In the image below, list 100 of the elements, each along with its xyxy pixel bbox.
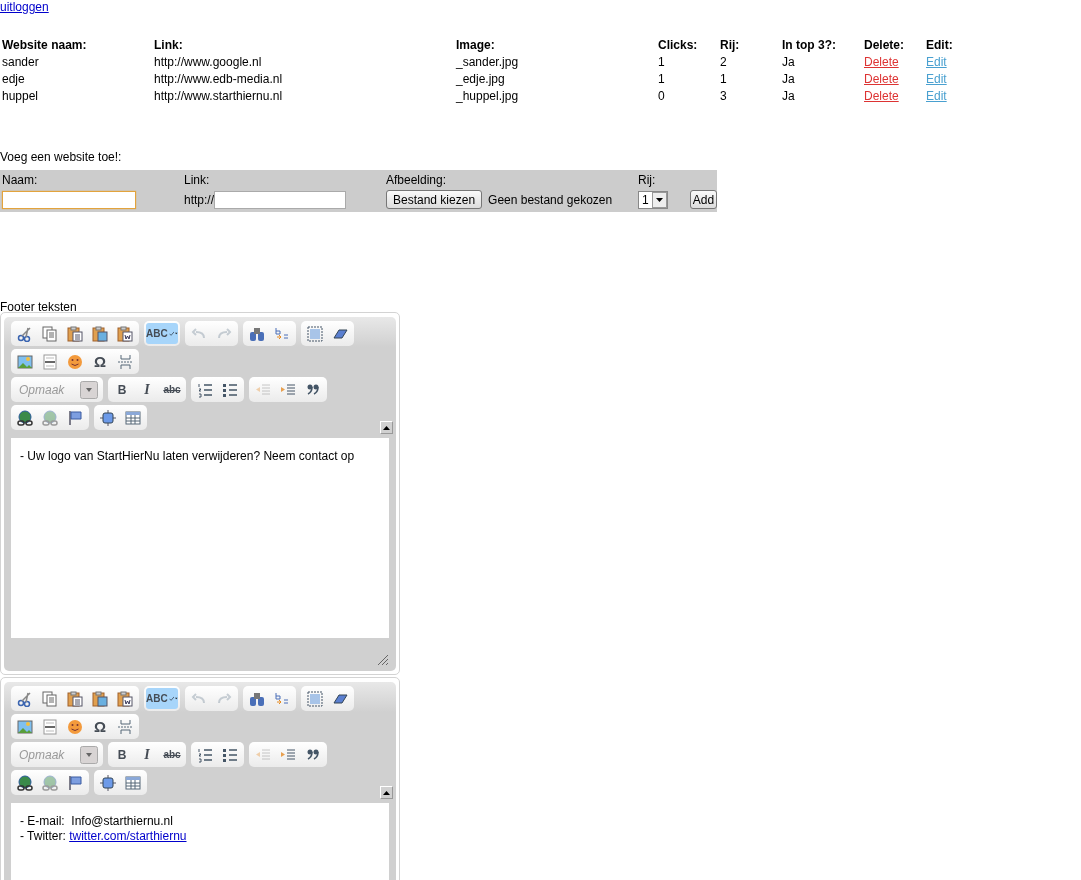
table-cell-text: sander	[1, 53, 40, 70]
editor-content[interactable]: - E-mail: Info@starthiernu.nl - Twitter: twitter.com/starthiernu	[11, 803, 389, 880]
clipboard-icon	[92, 325, 108, 342]
column-header: Clicks:	[657, 36, 699, 53]
url-prefix: http://	[184, 193, 215, 207]
indent-icon	[280, 746, 296, 763]
page-break-icon	[117, 353, 133, 370]
table-icon	[125, 774, 141, 791]
binoculars-icon	[249, 325, 265, 342]
column-header: Delete:	[863, 36, 905, 53]
section-title: Footer teksten	[0, 302, 77, 312]
bold-button[interactable]: B	[110, 379, 134, 400]
italic-button[interactable]: I	[135, 744, 159, 765]
column-header: In top 3?:	[781, 36, 837, 53]
clipboard-icon	[67, 690, 83, 707]
column-header: Link:	[153, 36, 184, 53]
spellcheck-button[interactable]: ABC	[146, 323, 178, 344]
scissors-icon	[17, 325, 33, 342]
table-cell-text: 2	[719, 53, 728, 70]
select-all-icon	[307, 325, 323, 342]
flag-icon	[67, 774, 83, 791]
table-cell-text: Ja	[781, 53, 796, 70]
special-character-button[interactable]: Ω	[88, 716, 112, 737]
bold-button[interactable]: B	[110, 744, 134, 765]
collapse-toolbar-button[interactable]	[380, 421, 393, 434]
table-cell-text: Ja	[781, 87, 796, 104]
special-character-button[interactable]: Ω	[88, 351, 112, 372]
column-header: Website naam:	[1, 36, 88, 53]
frame-icon	[100, 774, 116, 791]
delete-link[interactable]: Delete	[864, 88, 899, 103]
row-select[interactable]: 1	[638, 191, 668, 209]
indent-icon	[280, 381, 296, 398]
logout-link[interactable]: uitloggen	[0, 0, 49, 14]
delete-link[interactable]: Delete	[864, 54, 899, 69]
file-status: Geen bestand gekozen	[488, 192, 613, 207]
table-cell-text: _edje.jpg	[455, 70, 506, 87]
delete-link[interactable]: Delete	[864, 71, 899, 86]
select-all-icon	[307, 690, 323, 707]
twitter-link[interactable]: twitter.com/starthiernu	[69, 829, 187, 843]
clipboard-icon	[67, 325, 83, 342]
smiley-icon	[67, 718, 83, 735]
pages-icon	[42, 690, 58, 707]
spellcheck-button[interactable]: ABC	[146, 688, 178, 709]
clipboard-icon	[117, 325, 133, 342]
replace-icon	[274, 325, 290, 342]
name-label: Naam:	[2, 173, 39, 187]
check-icon	[168, 694, 175, 703]
editor-content[interactable]: - Uw logo van StartHierNu laten verwijderen? Neem contact op	[11, 438, 389, 638]
table-cell-text: 3	[719, 87, 728, 104]
replace-icon	[274, 690, 290, 707]
strikethrough-button[interactable]: abc	[160, 379, 184, 400]
column-header: Edit:	[925, 36, 954, 53]
editor-text: - E-mail: Info@starthiernu.nl	[20, 814, 173, 828]
choose-file-button[interactable]: Bestand kiezen	[386, 190, 483, 209]
editor-text: - Twitter:	[20, 829, 66, 843]
smiley-icon	[67, 353, 83, 370]
outdent-icon	[255, 746, 271, 763]
table-cell-text: 1	[657, 53, 666, 70]
table-cell-text: edje	[1, 70, 26, 87]
collapse-toolbar-button[interactable]	[380, 786, 393, 799]
table-icon	[125, 409, 141, 426]
resize-grip-icon[interactable]	[377, 654, 389, 666]
pages-icon	[42, 325, 58, 342]
table-cell-text: _huppel.jpg	[455, 87, 520, 104]
image-icon	[17, 353, 33, 370]
numbered-list-icon	[197, 381, 213, 398]
row-label: Rij:	[638, 173, 657, 187]
table-cell-text: 1	[719, 70, 728, 87]
frame-icon	[100, 409, 116, 426]
globe-icon	[17, 774, 33, 791]
caret-icon	[175, 332, 178, 335]
image-icon	[17, 718, 33, 735]
caret-icon	[175, 697, 178, 700]
globe-icon	[42, 409, 58, 426]
table-cell-text: Ja	[781, 70, 796, 87]
strikethrough-button[interactable]: abc	[160, 744, 184, 765]
name-input[interactable]	[2, 191, 136, 209]
table-cell-text: _sander.jpg	[455, 53, 520, 70]
column-header: Image:	[455, 36, 496, 53]
globe-icon	[17, 409, 33, 426]
table-cell-text: huppel	[1, 87, 40, 104]
clipboard-icon	[117, 690, 133, 707]
triangle-icon	[383, 790, 390, 795]
add-button[interactable]: Add	[690, 190, 717, 209]
table-cell-text: http://www.starthiernu.nl	[153, 87, 284, 104]
link-input[interactable]	[214, 191, 347, 209]
binoculars-icon	[249, 690, 265, 707]
triangle-icon	[383, 425, 390, 430]
outdent-icon	[255, 381, 271, 398]
column-header: Rij:	[719, 36, 741, 53]
scissors-icon	[17, 690, 33, 707]
table-cell-text: http://www.google.nl	[153, 53, 263, 70]
italic-button[interactable]: I	[135, 379, 159, 400]
bullet-list-icon	[222, 381, 238, 398]
form-title: Voeg een website toe!:	[0, 150, 122, 166]
table-cell-text: 0	[657, 87, 666, 104]
clipboard-icon	[92, 690, 108, 707]
bullet-list-icon	[222, 746, 238, 763]
editor-text: - Uw logo van StartHierNu laten verwijderen? Neem contact op	[20, 449, 355, 463]
flag-icon	[67, 409, 83, 426]
